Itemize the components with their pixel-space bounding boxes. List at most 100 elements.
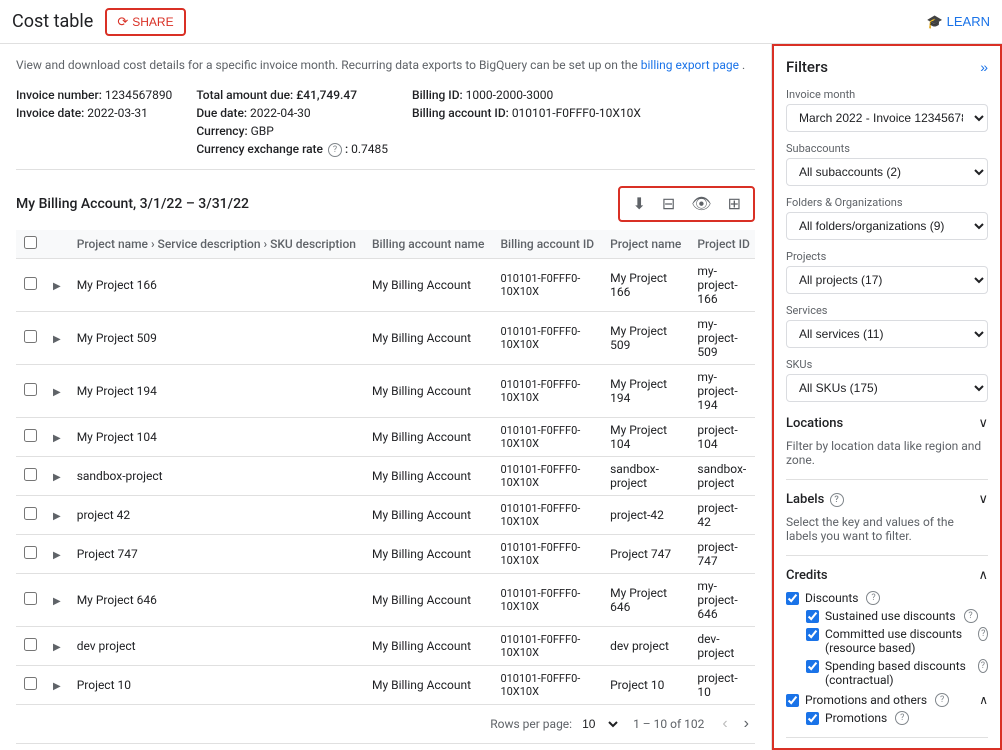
projects-select[interactable]: All projects (17) — [786, 266, 988, 294]
filters-collapse-button[interactable]: » — [980, 59, 988, 75]
billing-account-value: 010101-F0FFF0-10X10X — [512, 106, 641, 120]
filters-panel: Filters » Invoice month March 2022 - Inv… — [772, 44, 1002, 750]
promotions-others-item: Promotions and others ? ∧ — [786, 693, 988, 707]
expand-row-9[interactable]: ▶ — [53, 681, 61, 692]
download-button[interactable]: ⬇ — [628, 192, 649, 216]
row-checkbox-9[interactable] — [24, 677, 37, 690]
labels-help-icon[interactable]: ? — [830, 493, 844, 507]
col-project-id: Project ID — [689, 230, 755, 259]
exchange-help-icon[interactable]: ? — [328, 143, 342, 157]
labels-collapse-header[interactable]: Labels ? ∨ — [786, 488, 988, 511]
spending-help-icon[interactable]: ? — [978, 659, 988, 673]
discounts-label: Discounts — [805, 591, 858, 605]
committed-discounts-checkbox[interactable] — [806, 628, 819, 641]
promotions-help-icon[interactable]: ? — [895, 711, 909, 725]
table-actions: ⬇ ⊟ 👁 ⊞ — [618, 186, 755, 222]
invoice-month-select[interactable]: March 2022 - Invoice 1234567890 — [786, 104, 988, 132]
spending-discounts-item: Spending based discounts (contractual) ? — [806, 659, 988, 687]
row-checkbox-1[interactable] — [24, 330, 37, 343]
project-id-0: my-project-166 — [689, 258, 755, 311]
share-button[interactable]: ⟳ SHARE — [105, 8, 185, 36]
locations-desc: Filter by location data like region and … — [786, 439, 981, 467]
prev-page-button[interactable]: ‹ — [716, 713, 733, 735]
filters-title: Filters — [786, 58, 828, 76]
copy-button[interactable]: ⊟ — [658, 192, 679, 216]
next-page-button[interactable]: › — [738, 713, 755, 735]
skus-select[interactable]: All SKUs (175) — [786, 374, 988, 402]
expand-row-6[interactable]: ▶ — [53, 550, 61, 561]
filter-projects: Projects All projects (17) — [786, 250, 988, 294]
committed-help-icon[interactable]: ? — [978, 627, 988, 641]
billing-id-4: 010101-F0FFF0-10X10X — [492, 456, 602, 495]
folders-select[interactable]: All folders/organizations (9) — [786, 212, 988, 240]
cost-table: Project name › Service description › SKU… — [16, 230, 755, 705]
billing-export-link[interactable]: billing export page — [641, 58, 739, 72]
table-row: ▶ Project 747 My Billing Account 010101-… — [16, 534, 755, 573]
billing-id-9: 010101-F0FFF0-10X10X — [492, 665, 602, 704]
expand-row-3[interactable]: ▶ — [53, 433, 61, 444]
learn-button[interactable]: 🎓 LEARN — [926, 14, 990, 30]
promotions-others-label: Promotions and others — [805, 693, 927, 707]
credits-label: Credits — [786, 568, 828, 583]
expand-row-1[interactable]: ▶ — [53, 334, 61, 345]
table-row: ▶ project 42 My Billing Account 010101-F… — [16, 495, 755, 534]
billing-id-0: 010101-F0FFF0-10X10X — [492, 258, 602, 311]
expand-row-8[interactable]: ▶ — [53, 642, 61, 653]
total-value: £41,749.47 — [296, 88, 357, 102]
subaccounts-select[interactable]: All subaccounts (2) — [786, 158, 988, 186]
row-checkbox-5[interactable] — [24, 507, 37, 520]
row-checkbox-0[interactable] — [24, 277, 37, 290]
sustained-help-icon[interactable]: ? — [964, 609, 978, 623]
subaccounts-label: Subaccounts — [786, 142, 988, 155]
col-billing-account: Billing account name — [364, 230, 492, 259]
labels-label-text: Labels ? — [786, 492, 844, 507]
credits-collapse-header[interactable]: Credits ∧ — [786, 564, 988, 587]
description-text2: . — [742, 58, 745, 72]
project-desc-2: My Project 194 — [69, 364, 364, 417]
promotions-others-help-icon[interactable]: ? — [935, 693, 949, 707]
services-select[interactable]: All services (11) — [786, 320, 988, 348]
promotions-checkbox[interactable] — [806, 712, 819, 725]
row-checkbox-4[interactable] — [24, 468, 37, 481]
project-desc-7: My Project 646 — [69, 573, 364, 626]
row-checkbox-6[interactable] — [24, 546, 37, 559]
discounts-help-icon[interactable]: ? — [866, 591, 880, 605]
select-all-checkbox[interactable] — [24, 236, 37, 249]
labels-desc: Select the key and values of the labels … — [786, 515, 954, 543]
learn-icon: 🎓 — [926, 14, 942, 30]
promotions-others-checkbox[interactable] — [786, 694, 799, 707]
row-checkbox-3[interactable] — [24, 429, 37, 442]
expand-row-5[interactable]: ▶ — [53, 511, 61, 522]
credits-label-text: Credits — [786, 568, 828, 583]
table-row: ▶ My Project 509 My Billing Account 0101… — [16, 311, 755, 364]
project-id-4: sandbox-project — [689, 456, 755, 495]
exchange-value: 0.7485 — [351, 142, 388, 156]
footer-totals: Tax (Local sales tax (0.5235%)) 218.59 T… — [16, 743, 755, 750]
project-desc-6: Project 747 — [69, 534, 364, 573]
expand-row-7[interactable]: ▶ — [53, 596, 61, 607]
filter-folders: Folders & Organizations All folders/orga… — [786, 196, 988, 240]
project-name-8: dev project — [602, 626, 689, 665]
discounts-item: Discounts ? — [786, 591, 988, 605]
locations-collapse-header[interactable]: Locations ∨ — [786, 412, 988, 435]
discounts-checkbox[interactable] — [786, 592, 799, 605]
row-checkbox-8[interactable] — [24, 638, 37, 651]
projects-label: Projects — [786, 250, 988, 263]
billing-account-1: My Billing Account — [364, 311, 492, 364]
sustained-discounts-item: Sustained use discounts ? — [806, 609, 988, 623]
invoice-number-value: 1234567890 — [105, 88, 172, 102]
view-button[interactable]: 👁 — [687, 192, 715, 216]
billing-account-8: My Billing Account — [364, 626, 492, 665]
skus-label: SKUs — [786, 358, 988, 371]
filter-subaccounts: Subaccounts All subaccounts (2) — [786, 142, 988, 186]
expand-row-4[interactable]: ▶ — [53, 472, 61, 483]
rows-per-page-select[interactable]: 10 25 50 100 — [576, 716, 621, 732]
row-checkbox-2[interactable] — [24, 383, 37, 396]
columns-button[interactable]: ⊞ — [724, 192, 745, 216]
spending-discounts-checkbox[interactable] — [806, 660, 819, 673]
expand-row-2[interactable]: ▶ — [53, 387, 61, 398]
row-checkbox-7[interactable] — [24, 592, 37, 605]
credits-chevron-icon: ∧ — [978, 568, 988, 583]
expand-row-0[interactable]: ▶ — [53, 281, 61, 292]
sustained-discounts-checkbox[interactable] — [806, 610, 819, 623]
